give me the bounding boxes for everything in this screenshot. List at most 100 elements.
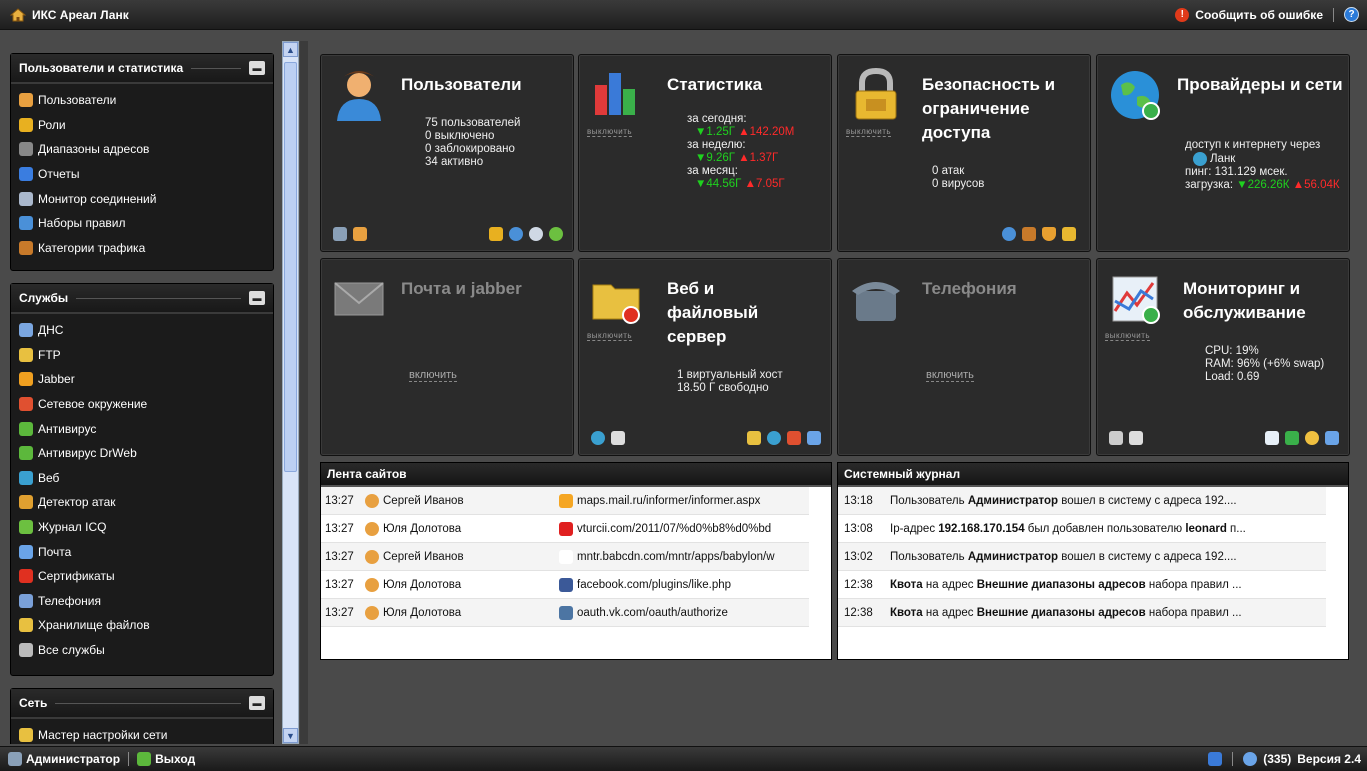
shield-icon[interactable] (1042, 227, 1056, 241)
row-url[interactable]: facebook.com/plugins/like.php (577, 579, 807, 591)
row-url[interactable]: vturcii.com/2011/07/%d0%b8%d0%bd (577, 523, 807, 535)
log-row[interactable]: 13:18 Пользователь Администратор вошел в … (838, 487, 1326, 515)
sidebar-item-label: Мастер настройки сети (38, 728, 168, 743)
server-icon[interactable] (1129, 431, 1143, 445)
add-site-icon[interactable] (591, 431, 605, 445)
tile-mail-jabber[interactable]: Почта и jabber включить (320, 258, 574, 456)
sidebar-item[interactable]: Мастер настройки сети (19, 723, 273, 744)
magnifier-icon[interactable] (529, 227, 543, 241)
chart-icon[interactable] (1265, 431, 1279, 445)
server-icon[interactable] (611, 431, 625, 445)
category-icon[interactable] (1022, 227, 1036, 241)
book-icon[interactable] (1325, 431, 1339, 445)
disable-toggle[interactable]: выключить (587, 127, 633, 137)
brand[interactable]: ИКС Ареал Ланк (0, 8, 129, 22)
tile-web-file-server[interactable]: выключить Веб и файловый сервер 1 виртуа… (578, 258, 832, 456)
panel-header[interactable]: Сеть ▬ (11, 689, 273, 719)
sidebar-item[interactable]: Хранилище файлов (19, 613, 273, 638)
row-user[interactable]: Юля Долотова (383, 523, 559, 535)
tile-providers[interactable]: Провайдеры и сети доступ к интернету чер… (1096, 54, 1350, 252)
disable-toggle[interactable]: выключить (846, 127, 892, 137)
row-url[interactable]: maps.mail.ru/informer/informer.aspx (577, 495, 807, 507)
sidebar-item[interactable]: Отчеты (19, 162, 273, 187)
disable-toggle[interactable]: выключить (1105, 331, 1151, 341)
sidebar-item[interactable]: Jabber (19, 367, 273, 392)
enable-toggle[interactable]: включить (926, 369, 974, 382)
alarm-clock-icon[interactable] (1305, 431, 1319, 445)
folder-icon[interactable] (747, 431, 761, 445)
sidebar-scrollbar[interactable]: ▲ ▼ (282, 41, 299, 744)
sidebar-item[interactable]: Антивирус (19, 416, 273, 441)
sidebar-item[interactable]: Веб (19, 466, 273, 491)
update-arrow-icon[interactable] (1285, 431, 1299, 445)
flower-icon[interactable] (549, 227, 563, 241)
row-user[interactable]: Сергей Иванов (383, 551, 559, 563)
tile-security[interactable]: выключить Безопасность и ограничение дос… (837, 54, 1091, 252)
log-row[interactable]: 13:08 Ip-адрес 192.168.170.154 был добавл… (838, 515, 1326, 543)
current-user[interactable]: Администратор (26, 752, 120, 766)
tile-statistics[interactable]: выключить Статистика за сегодня: ▼1.25Г … (578, 54, 832, 252)
sidebar-item[interactable]: Сетевое окружение (19, 392, 273, 417)
network-neighborhood-icon[interactable] (787, 431, 801, 445)
log-row[interactable]: 13:02 Пользователь Администратор вошел в … (838, 543, 1326, 571)
log-row[interactable]: 12:38 Квота на адрес Внешние диапазоны ад… (838, 571, 1326, 599)
panel-header[interactable]: Службы ▬ (11, 284, 273, 314)
sidebar-item[interactable]: Категории трафика (19, 236, 273, 261)
collapse-button[interactable]: ▬ (249, 291, 265, 305)
sidebar-item[interactable]: Диапазоны адресов (19, 137, 273, 162)
scroll-down-arrow[interactable]: ▼ (283, 728, 298, 743)
collapse-button[interactable]: ▬ (249, 61, 265, 75)
tile-telephony[interactable]: Телефония включить (837, 258, 1091, 456)
network-status-icon[interactable] (1208, 752, 1223, 766)
row-url[interactable]: oauth.vk.com/oauth/authorize (577, 607, 807, 619)
key-icon[interactable] (489, 227, 503, 241)
sidebar-item[interactable]: Все службы (19, 638, 273, 663)
sidebar-item[interactable]: Роли (19, 113, 273, 138)
row-user[interactable]: Юля Долотова (383, 579, 559, 591)
enable-toggle[interactable]: включить (409, 369, 457, 382)
row-user[interactable]: Юля Долотова (383, 607, 559, 619)
tile-users[interactable]: Пользователи 75 пользователей 0 выключен… (320, 54, 574, 252)
scroll-thumb[interactable] (284, 62, 297, 472)
sidebar-item[interactable]: Журнал ICQ (19, 515, 273, 540)
mail-icon (334, 282, 384, 316)
rules-icon[interactable] (509, 227, 523, 241)
messages-icon[interactable] (1243, 752, 1258, 766)
messages-count[interactable]: (335) (1263, 752, 1291, 766)
sidebar-item[interactable]: Почта (19, 539, 273, 564)
feed-row[interactable]: 13:27 Сергей Иванов mntr.babcdn.com/mntr/a… (321, 543, 809, 571)
feed-row[interactable]: 13:27 Юля Долотова oauth.vk.com/oauth/auth… (321, 599, 809, 627)
sidebar-item[interactable]: Монитор соединений (19, 186, 273, 211)
scroll-up-arrow[interactable]: ▲ (283, 42, 298, 57)
row-user[interactable]: Сергей Иванов (383, 495, 559, 507)
feed-row[interactable]: 13:27 Юля Долотова facebook.com/plugins/li… (321, 571, 809, 599)
users-group-icon[interactable] (333, 227, 347, 241)
sidebar-item[interactable]: Сертификаты (19, 564, 273, 589)
sidebar-item[interactable]: ДНС (19, 318, 273, 343)
sidebar-item[interactable]: Пользователи (19, 88, 273, 113)
collapse-button[interactable]: ▬ (249, 696, 265, 710)
sidebar-item[interactable]: Наборы правил (19, 211, 273, 236)
report-error-link[interactable]: Сообщить об ошибке (1195, 8, 1323, 22)
book-icon[interactable] (807, 431, 821, 445)
help-icon[interactable]: ? (1344, 7, 1359, 22)
lock-icon[interactable] (1062, 227, 1076, 241)
feed-row[interactable]: 13:27 Сергей Иванов maps.mail.ru/informer/… (321, 487, 809, 515)
backup-icon[interactable] (1109, 431, 1123, 445)
row-url[interactable]: mntr.babcdn.com/mntr/apps/babylon/w (577, 551, 807, 563)
web-globe-icon[interactable] (767, 431, 781, 445)
sidebar-item[interactable]: Антивирус DrWeb (19, 441, 273, 466)
log-row[interactable]: 12:38 Квота на адрес Внешние диапазоны ад… (838, 599, 1326, 627)
panel-header[interactable]: Пользователи и статистика ▬ (11, 54, 273, 84)
disable-toggle[interactable]: выключить (587, 331, 633, 341)
feed-row[interactable]: 13:27 Юля Долотова vturcii.com/2011/07/%d0… (321, 515, 809, 543)
sidebar-item[interactable]: FTP (19, 343, 273, 368)
tile-monitoring[interactable]: выключить Мониторинг и обслуживание CPU:… (1096, 258, 1350, 456)
add-user-icon[interactable] (353, 227, 367, 241)
logout-link[interactable]: Выход (155, 752, 195, 766)
provider-name[interactable]: Ланк (1210, 153, 1235, 166)
sidebar-item[interactable]: Детектор атак (19, 490, 273, 515)
sidebar-item[interactable]: Телефония (19, 589, 273, 614)
splitter[interactable] (300, 41, 308, 744)
rules-icon[interactable] (1002, 227, 1016, 241)
